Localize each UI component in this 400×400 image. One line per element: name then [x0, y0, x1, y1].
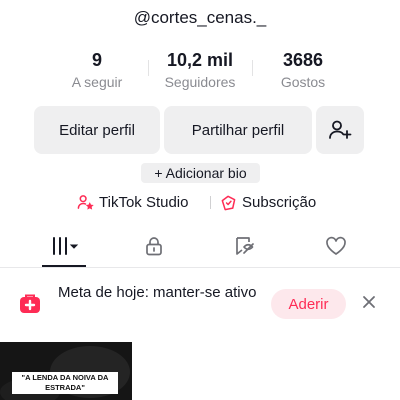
profile-tabs [0, 228, 400, 268]
stat-following[interactable]: 9 A seguir [47, 50, 147, 90]
thumbnail-caption: "A LENDA DA NOIVA DA ESTRADA" [12, 372, 118, 394]
tiktok-studio-label: TikTok Studio [99, 193, 189, 211]
goal-text: Meta de hoje: manter-se ativo [58, 284, 257, 301]
stat-likes-label: Gostos [280, 74, 326, 90]
subscription-label: Subscrição [242, 193, 317, 211]
video-thumbnail[interactable]: "A LENDA DA NOIVA DA ESTRADA" [0, 342, 132, 400]
close-icon [363, 296, 375, 308]
stat-followers-label: Seguidores [164, 74, 236, 90]
link-separator [210, 196, 211, 209]
stat-likes[interactable]: 3686 Gostos [253, 50, 353, 90]
stat-followers[interactable]: 10,2 mil Seguidores [150, 50, 250, 90]
add-bio-button[interactable]: + Adicionar bio [141, 163, 260, 183]
username: @cortes_cenas._ [133, 8, 267, 27]
close-banner-button[interactable] [360, 293, 378, 311]
tiktok-studio-link[interactable]: TikTok Studio [77, 191, 188, 213]
share-profile-button[interactable]: Partilhar perfil [164, 106, 312, 154]
subscription-link[interactable]: Subscrição [219, 191, 316, 213]
tab-videos[interactable] [19, 228, 109, 264]
stat-following-label: A seguir [71, 74, 123, 90]
creator-person-icon [77, 194, 94, 210]
health-kit-icon [20, 294, 40, 313]
tab-private[interactable] [109, 228, 199, 264]
grid-icon [53, 237, 79, 255]
repost-icon [236, 237, 254, 255]
stat-following-count: 9 [91, 50, 102, 70]
heart-icon [326, 236, 346, 255]
add-friend-button[interactable] [316, 106, 364, 154]
join-button[interactable]: Aderir [271, 289, 346, 319]
subscription-icon [221, 195, 236, 210]
edit-profile-button[interactable]: Editar perfil [34, 106, 160, 154]
tab-reposts[interactable] [200, 228, 290, 264]
stat-likes-count: 3686 [282, 50, 324, 70]
tab-liked[interactable] [291, 228, 381, 264]
goal-banner: Meta de hoje: manter-se ativo Aderir [0, 268, 400, 336]
stats-row: 9 A seguir 10,2 mil Seguidores 3686 Gost… [0, 50, 400, 94]
profile-links: TikTok Studio Subscrição [0, 191, 400, 213]
stat-followers-count: 10,2 mil [166, 50, 234, 70]
add-user-icon [329, 120, 352, 139]
lock-icon [146, 237, 162, 256]
stat-separator [148, 60, 149, 76]
